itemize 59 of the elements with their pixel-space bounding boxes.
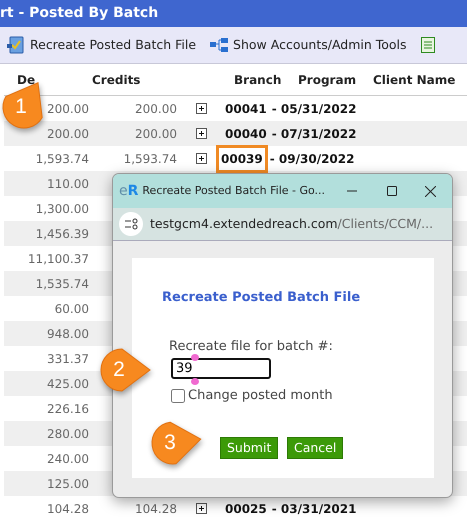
checkbox-label[interactable]: Change posted month <box>188 386 333 406</box>
table-cell: 60.00 <box>54 302 89 316</box>
batch-number: 00025 <box>224 500 268 518</box>
cancel-button[interactable]: Cancel <box>287 437 344 459</box>
expand-icon[interactable] <box>196 503 207 514</box>
table-cell: 110.00 <box>47 176 89 190</box>
show-tools-button[interactable]: Show Accounts/Admin Tools <box>210 36 407 54</box>
close-icon[interactable] <box>425 186 436 196</box>
maximize-icon[interactable] <box>387 186 397 196</box>
batch-date: - 07/31/2022 <box>270 126 358 142</box>
table-cell-text: 200.00 <box>134 126 177 142</box>
selection-handle[interactable] <box>191 354 199 361</box>
table-cell: 1,593.74 <box>36 152 89 166</box>
table-cell: 331.37 <box>47 352 89 366</box>
field-label: Recreate file for batch #: <box>169 338 333 356</box>
table-cell: 280.00 <box>47 426 89 440</box>
form-heading: Recreate Posted Batch File <box>162 289 360 307</box>
expand-icon[interactable] <box>196 153 207 164</box>
batch-number: 00039 <box>216 144 268 172</box>
table-cell: 240.00 <box>47 452 89 466</box>
table-cell: 1,456.39 <box>36 226 89 240</box>
table-cell-text: 200.00 <box>134 100 177 118</box>
recreate-button[interactable]: Recreate Posted Batch File <box>7 36 196 54</box>
page-title: rt - Posted By Batch <box>0 0 467 27</box>
batch-number-field[interactable]: 39 <box>171 358 271 379</box>
expand-icon[interactable] <box>196 128 207 139</box>
table-cell-text: 1,593.74 <box>122 150 177 168</box>
table-cell: 226.16 <box>47 402 89 416</box>
table-cell: 125.00 <box>47 476 89 490</box>
batch-number: 00040 <box>224 126 268 142</box>
table-cell-text: 104.28 <box>134 500 177 518</box>
spreadsheet-icon <box>420 37 435 53</box>
batch-date: - 03/31/2021 <box>270 500 358 518</box>
table-cell: 1,535.74 <box>36 276 89 290</box>
table-cell: 11,100.37 <box>28 252 89 266</box>
column-header: Credits <box>92 72 142 88</box>
checkbox[interactable] <box>171 388 185 403</box>
batch-date: - 05/31/2022 <box>270 100 358 118</box>
site-settings-icon[interactable] <box>119 212 143 236</box>
column-header: Client Name <box>373 72 456 88</box>
url-text: testgcm4.extendedreach.com/Clients/CCM/... <box>150 214 434 233</box>
table-cell: 200.00 <box>47 126 89 140</box>
expand-icon[interactable] <box>196 103 207 114</box>
window-title: Recreate Posted Batch File - Go... <box>142 182 326 199</box>
app-logo: eR <box>118 182 138 200</box>
submit-button[interactable]: Submit <box>220 437 278 459</box>
hierarchy-icon <box>210 38 228 52</box>
table-cell: 948.00 <box>47 326 89 340</box>
selection-handle[interactable] <box>191 378 199 385</box>
batch-date: - 09/30/2022 <box>268 150 356 168</box>
table-cell: 200.00 <box>47 102 89 116</box>
column-header: Program <box>298 72 358 88</box>
column-header: De <box>16 72 36 88</box>
table-cell: 104.28 <box>47 502 89 516</box>
table-cell: 425.00 <box>47 376 89 390</box>
batch-number: 00041 <box>224 100 268 118</box>
document-check-icon <box>7 36 25 54</box>
column-header: Branch <box>234 72 282 88</box>
table-cell: 1,300.00 <box>36 202 89 216</box>
